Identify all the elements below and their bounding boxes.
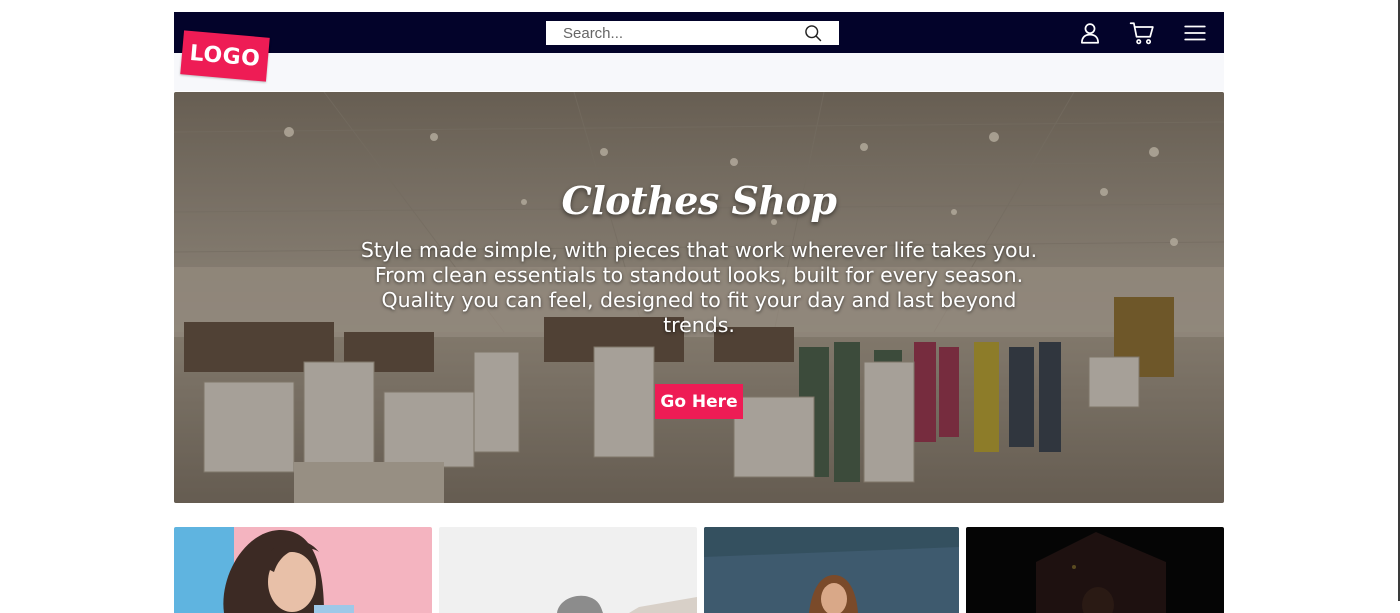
product-image-model-grey [439,527,697,613]
hero-description-line: From clean essentials to standout looks,… [374,263,1024,287]
product-card[interactable] [439,527,697,613]
product-image-dark [966,527,1224,613]
product-card[interactable] [966,527,1224,613]
menu-icon[interactable] [1182,20,1208,46]
cart-icon[interactable] [1129,20,1155,46]
hero-title: Clothes Shop [561,178,838,223]
search-icon[interactable] [803,23,823,43]
header-subbar [174,53,1224,91]
hero-description-line: trends. [663,313,735,337]
product-image-woman-pink [174,527,432,613]
product-image-woman-teal [704,527,959,613]
page: LOGO [174,12,1224,613]
search-input[interactable] [546,21,803,45]
search-bar [546,21,839,45]
hero-banner: Clothes Shop Style made simple, with pie… [174,92,1224,503]
go-here-button[interactable]: Go Here [655,384,743,419]
hero-description-line: Style made simple, with pieces that work… [360,238,1038,262]
top-navbar [174,12,1224,53]
logo[interactable]: LOGO [180,30,270,82]
hero-description: Style made simple, with pieces that work… [349,238,1049,338]
product-card[interactable] [704,527,959,613]
hero-description-line: Quality you can feel, designed to fit yo… [381,288,1017,312]
product-card[interactable] [174,527,432,613]
user-icon[interactable] [1077,20,1103,46]
